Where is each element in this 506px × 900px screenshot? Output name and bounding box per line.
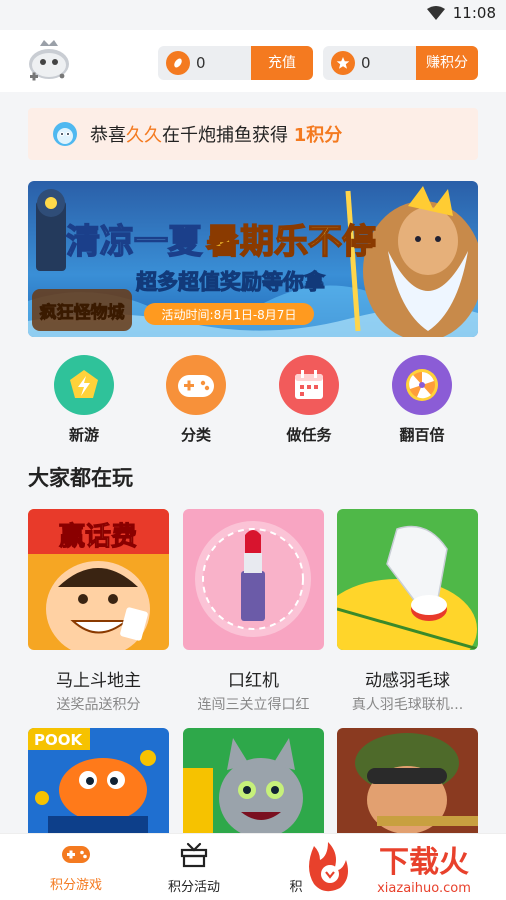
winner-notice[interactable]: 恭喜久久在千炮捕鱼获得 1积分 (28, 108, 478, 160)
game-thumbnail: POOK (28, 728, 169, 833)
top-bar: 0 充值 0 赚积分 (0, 30, 506, 92)
coin-icon (166, 51, 190, 75)
game-desc: 连闯三关立得口红 (197, 697, 310, 713)
game-card-doudizhu[interactable]: 赢话费 马上斗地主 送奖品送积分 (28, 509, 169, 714)
tab-label: 积分游戏 (49, 878, 102, 893)
category-row: 新游 分类 做任务 翻百倍 (28, 355, 478, 447)
game-thumbnail (337, 509, 478, 650)
watermark-logo: 下载火 xiazaihuo.com (309, 842, 471, 896)
tab-point-activities[interactable]: 积分活动 (144, 842, 244, 895)
coin-value: 0 (196, 54, 206, 72)
lightning-icon (54, 355, 114, 415)
wifi-icon (426, 5, 445, 20)
game-name: 口红机 (228, 671, 279, 691)
coin-balance: 0 充值 (158, 46, 313, 80)
banner-subtitle: 超多超值奖励等你拿 (136, 270, 326, 294)
game-card-soldier[interactable] (337, 728, 478, 833)
notice-user: 久久 (126, 125, 162, 146)
category-label: 翻百倍 (399, 426, 445, 444)
category-label: 做任务 (286, 426, 332, 444)
tab-label: 积分活动 (167, 880, 220, 895)
category-multiply[interactable]: 翻百倍 (382, 355, 462, 445)
game-thumbnail (183, 728, 324, 833)
game-art-text: 赢话费 (59, 521, 137, 552)
status-bar: 11:08 (0, 0, 506, 30)
points-value: 0 (361, 54, 371, 72)
recharge-button[interactable]: 充值 (251, 46, 313, 80)
banner-dates: 活动时间:8月1日-8月7日 (162, 308, 297, 322)
watermark-brand: 下载火 (379, 845, 469, 880)
game-name: 马上斗地主 (56, 671, 141, 691)
banner-title-1: 清凉一夏 (66, 222, 203, 262)
banner-title-2: 暑期乐不停 (206, 222, 376, 262)
category-label: 分类 (180, 426, 211, 444)
calendar-icon (279, 355, 339, 415)
category-label: 新游 (68, 426, 99, 444)
banner-game-logo: 疯狂怪物城 (40, 302, 125, 323)
notice-prefix: 恭喜 (90, 125, 126, 146)
gamepad-icon (62, 846, 90, 863)
star-icon (331, 51, 355, 75)
category-classify[interactable]: 分类 (156, 355, 236, 445)
status-time: 11:08 (452, 4, 496, 22)
game-card-lipstick[interactable]: 口红机 连闯三关立得口红 (183, 509, 324, 714)
earn-points-button[interactable]: 赚积分 (416, 46, 478, 80)
game-name: 动感羽毛球 (365, 671, 450, 691)
notice-middle: 在千炮捕鱼获得 (162, 125, 288, 146)
wheel-icon (392, 355, 452, 415)
gamepad-icon (166, 355, 226, 415)
points-balance: 0 赚积分 (323, 46, 478, 80)
category-tasks[interactable]: 做任务 (269, 355, 349, 445)
section-title: 大家都在玩 (28, 466, 133, 490)
tab-point-games[interactable]: 积分游戏 (26, 842, 126, 893)
game-card-tom[interactable] (183, 728, 324, 833)
game-card-badminton[interactable]: 动感羽毛球 真人羽毛球联机... (337, 509, 478, 714)
promo-banner[interactable]: 清凉一夏 暑期乐不停 超多超值奖励等你拿 活动时间:8月1日-8月7日 疯狂怪物… (28, 181, 478, 337)
game-desc: 送奖品送积分 (56, 697, 141, 713)
gamepad-mascot-logo-icon[interactable] (26, 40, 72, 84)
banner-artwork: 清凉一夏 暑期乐不停 超多超值奖励等你拿 活动时间:8月1日-8月7日 疯狂怪物… (28, 181, 478, 337)
game-art-text: POOK (34, 731, 83, 749)
game-thumbnail (337, 728, 478, 833)
watermark-domain: xiazaihuo.com (377, 881, 471, 896)
game-thumbnail (183, 509, 324, 650)
game-desc: 真人羽毛球联机... (351, 697, 464, 713)
game-thumbnail: 赢话费 (28, 509, 169, 650)
notice-reward: 1积分 (293, 125, 343, 146)
gift-box-icon (180, 842, 208, 868)
category-new-games[interactable]: 新游 (44, 355, 124, 445)
game-card-fishing[interactable]: POOK (28, 728, 169, 833)
notice-text: 恭喜久久在千炮捕鱼获得 1积分 (90, 121, 342, 147)
mascot-avatar-icon (53, 122, 77, 146)
